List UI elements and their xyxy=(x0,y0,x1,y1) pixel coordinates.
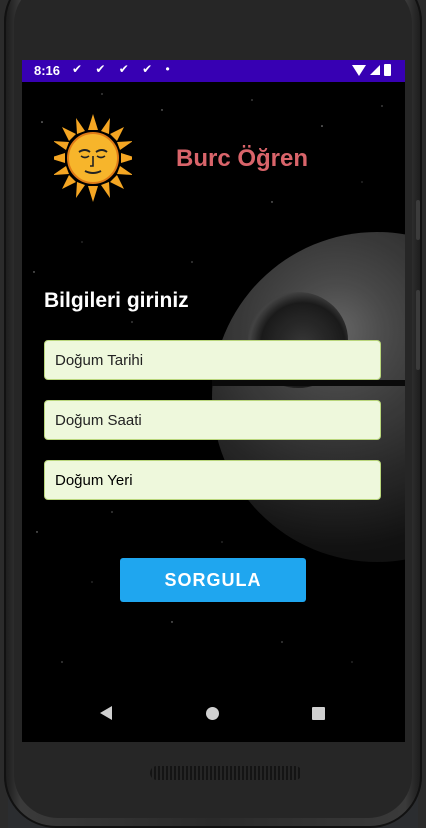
birth-time-field[interactable]: Doğum Saati xyxy=(44,400,381,440)
volume-button xyxy=(416,200,420,240)
status-time: 8:16 xyxy=(34,63,61,78)
signal-icon xyxy=(370,65,380,75)
birth-date-field[interactable]: Doğum Tarihi xyxy=(44,340,381,380)
back-icon[interactable] xyxy=(100,706,112,720)
navigation-bar xyxy=(22,682,405,742)
device-screen: 8:16 ✔ ✔ ✔ ✔ • Burc Öğren Bilgileri giri… xyxy=(22,60,405,742)
status-bar: 8:16 ✔ ✔ ✔ ✔ • xyxy=(22,60,405,82)
bottom-speaker xyxy=(150,766,302,780)
app-content: Burc Öğren Bilgileri giriniz Doğum Tarih… xyxy=(22,82,405,682)
sun-face-icon xyxy=(54,114,132,202)
wifi-icon xyxy=(352,64,366,76)
battery-icon xyxy=(384,64,391,76)
recents-icon[interactable] xyxy=(312,707,325,720)
birth-place-field[interactable]: Doğum Yeri xyxy=(44,460,381,500)
notification-icons: ✔ ✔ ✔ ✔ • xyxy=(72,62,175,76)
home-icon[interactable] xyxy=(206,707,219,720)
app-title: Burc Öğren xyxy=(176,145,309,172)
status-right-icons xyxy=(352,64,391,76)
query-button[interactable]: SORGULA xyxy=(120,558,306,602)
power-button xyxy=(416,290,420,370)
form-heading: Bilgileri giriniz xyxy=(44,289,189,312)
